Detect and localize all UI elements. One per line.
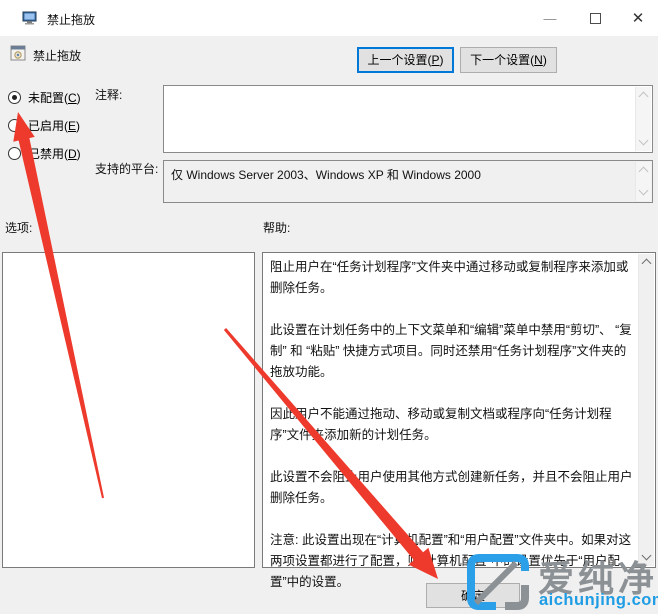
scroll-up-icon (639, 167, 649, 177)
supported-scrollbar (635, 162, 651, 201)
maximize-icon (590, 13, 601, 24)
next-setting-button[interactable]: 下一个设置(N) (460, 47, 557, 73)
help-paragraph: 此设置在计划任务中的上下文菜单和“编辑”菜单中禁用“剪切”、 “复制” 和 “粘… (270, 320, 636, 383)
previous-setting-label-suffix: ) (440, 53, 444, 67)
aichunjing-logo-icon (467, 554, 529, 612)
watermark-domain: aichunjing.com (539, 591, 658, 610)
radio-not-configured-label: 未配置(C) (28, 89, 81, 106)
radio-disabled-circle[interactable] (8, 147, 21, 160)
options-panel (2, 252, 255, 568)
comment-scrollbar[interactable] (635, 87, 651, 151)
next-setting-accesskey: N (534, 53, 543, 67)
supported-on-label: 支持的平台: (95, 160, 158, 177)
help-paragraph: 此设置不会阻止用户使用其他方式创建新任务，并且不会阻止用户删除任务。 (270, 467, 636, 509)
policy-setting-icon (10, 45, 26, 61)
minimize-icon: — (544, 11, 557, 26)
previous-setting-button[interactable]: 上一个设置(P) (357, 47, 454, 73)
close-icon: ✕ (632, 9, 645, 27)
options-label: 选项: (5, 219, 32, 236)
supported-on-textarea: 仅 Windows Server 2003、Windows XP 和 Windo… (163, 160, 653, 203)
radio-disabled-label: 已禁用(D) (28, 145, 81, 162)
supported-on-value: 仅 Windows Server 2003、Windows XP 和 Windo… (171, 166, 632, 183)
comment-textarea[interactable] (163, 85, 653, 153)
minimize-button[interactable]: — (528, 0, 572, 36)
scroll-up-icon[interactable] (642, 259, 652, 269)
help-scrollbar[interactable] (638, 254, 654, 566)
help-paragraph: 阻止用户在“任务计划程序”文件夹中通过移动或复制程序来添加或删除任务。 (270, 257, 636, 299)
next-setting-label: 下一个设置( (470, 53, 534, 67)
window-title: 禁止拖放 (47, 11, 95, 28)
maximize-button[interactable] (573, 0, 617, 36)
help-label: 帮助: (263, 219, 290, 236)
close-button[interactable]: ✕ (616, 0, 658, 36)
help-paragraph: 因此用户不能通过拖动、移动或复制文档或程序向“任务计划程序”文件夹添加新的计划任… (270, 404, 636, 446)
comment-label: 注释: (95, 86, 122, 103)
watermark: 爱纯净 aichunjing.com (465, 551, 658, 614)
radio-not-configured-circle[interactable] (8, 91, 21, 104)
scroll-down-icon (639, 186, 649, 196)
radio-enabled-label: 已启用(E) (28, 117, 80, 134)
next-setting-label-suffix: ) (543, 53, 547, 67)
radio-enabled[interactable]: 已启用(E) (8, 117, 80, 134)
setting-name: 禁止拖放 (33, 47, 81, 64)
app-window-icon (22, 10, 38, 26)
previous-setting-label: 上一个设置( (367, 53, 431, 67)
radio-disabled[interactable]: 已禁用(D) (8, 145, 81, 162)
scroll-down-icon[interactable] (639, 136, 649, 146)
previous-setting-accesskey: P (431, 53, 439, 67)
titlebar: 禁止拖放 — ✕ (0, 0, 658, 36)
help-panel: 阻止用户在“任务计划程序”文件夹中通过移动或复制程序来添加或删除任务。 此设置在… (262, 252, 656, 568)
radio-enabled-circle[interactable] (8, 119, 21, 132)
scroll-up-icon[interactable] (639, 92, 649, 102)
radio-not-configured[interactable]: 未配置(C) (8, 89, 81, 106)
policy-setting-dialog: 禁止拖放 — ✕ 禁止拖放 上一个设置(P) 下一个设置(N) 未配置(C) 已… (0, 0, 658, 614)
